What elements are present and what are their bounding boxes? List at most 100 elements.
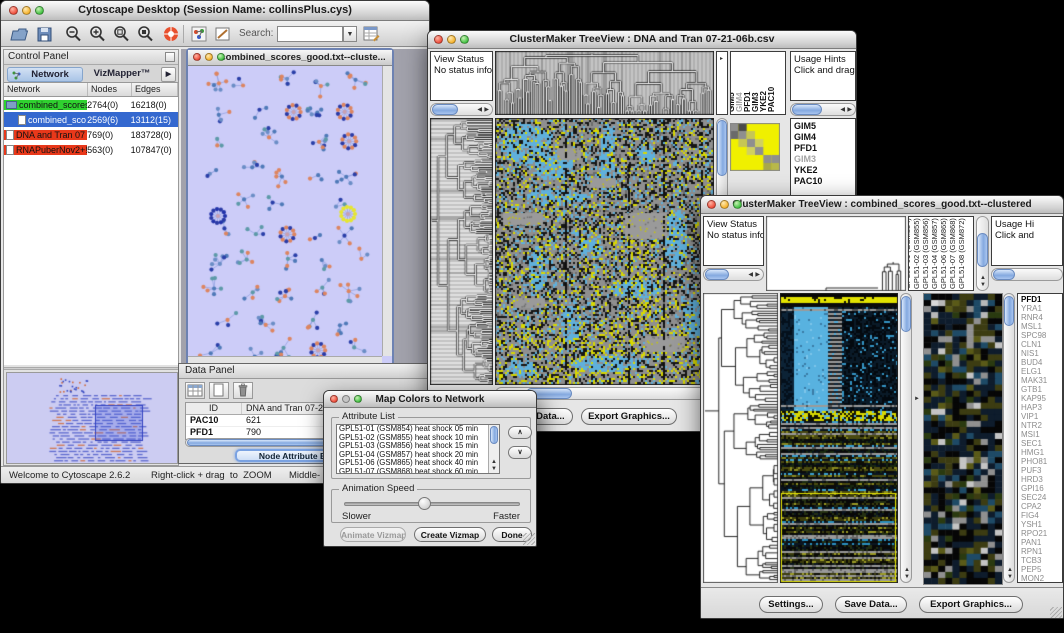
col-nodes[interactable]: Nodes xyxy=(88,83,132,96)
gene-label[interactable]: RPO21 xyxy=(1021,529,1062,538)
zoom-fit-icon[interactable] xyxy=(111,24,131,44)
search-input[interactable] xyxy=(277,26,343,42)
gene-label[interactable]: RNR4 xyxy=(1021,313,1062,322)
tv1-correlation-matrix[interactable] xyxy=(730,123,780,171)
gene-label[interactable]: MAK31 xyxy=(1021,376,1062,385)
tv1-row-label[interactable]: GIM5 xyxy=(794,121,852,132)
gene-label[interactable]: CPA2 xyxy=(1021,502,1062,511)
col-network[interactable]: Network xyxy=(4,83,88,96)
tv2-heatmap-scrollbar[interactable]: ▲ ▼ xyxy=(900,293,912,583)
gene-label[interactable]: PEP5 xyxy=(1021,565,1062,574)
gene-label[interactable]: ELG1 xyxy=(1021,367,1062,376)
scrollbar-thumb[interactable] xyxy=(705,269,729,280)
network-overview[interactable] xyxy=(6,372,178,464)
save-data-button[interactable]: Save Data... xyxy=(835,596,907,613)
scroll-right-icon[interactable]: ▶ xyxy=(847,107,852,113)
scroll-up-icon[interactable]: ▲ xyxy=(980,275,986,281)
minimize-button[interactable] xyxy=(447,35,456,44)
speed-slider-thumb[interactable] xyxy=(418,497,431,510)
help-lifebuoy-icon[interactable] xyxy=(161,24,181,44)
treeview1-titlebar[interactable]: ClusterMaker TreeView : DNA and Tran 07-… xyxy=(428,31,856,49)
tv2-column-dendrogram[interactable] xyxy=(766,216,906,291)
scroll-left-icon[interactable]: ◀ xyxy=(477,107,482,113)
gene-label[interactable]: RPN1 xyxy=(1021,547,1062,556)
tv2-hints-scrollbar[interactable] xyxy=(991,268,1063,281)
zoom-in-icon[interactable] xyxy=(87,24,107,44)
network-frame-1-titlebar[interactable]: combined_scores_good.txt--cluste... xyxy=(188,50,392,66)
gene-label[interactable]: PAN1 xyxy=(1021,538,1062,547)
gene-label[interactable]: HAP3 xyxy=(1021,403,1062,412)
resize-grip[interactable] xyxy=(523,533,535,545)
close-button[interactable] xyxy=(434,35,443,44)
tv2-column-label[interactable]: GPL51-08 (GSM872) xyxy=(956,218,967,289)
scrollbar-thumb[interactable] xyxy=(792,104,822,115)
gene-label[interactable]: SEC24 xyxy=(1021,493,1062,502)
scrollbar-thumb[interactable] xyxy=(901,296,911,332)
tv1-row-label[interactable]: PAC10 xyxy=(794,176,852,187)
close-button[interactable] xyxy=(330,395,338,403)
minimize-button[interactable] xyxy=(22,6,31,15)
tv1-row-dendrogram[interactable] xyxy=(430,118,493,385)
tv1-row-label[interactable]: YKE2 xyxy=(794,165,852,176)
gene-label[interactable]: MSL1 xyxy=(1021,322,1062,331)
move-up-button[interactable]: ∧ xyxy=(508,426,532,439)
zoom-button[interactable] xyxy=(733,200,742,209)
export-graphics-button[interactable]: Export Graphics... xyxy=(581,408,677,425)
scrollbar-thumb[interactable] xyxy=(977,233,988,267)
move-down-button[interactable]: ∨ xyxy=(508,446,532,459)
zoom-button[interactable] xyxy=(217,53,225,61)
scrollbar-thumb[interactable] xyxy=(1004,296,1014,326)
close-button[interactable] xyxy=(193,53,201,61)
gene-label[interactable]: GTB1 xyxy=(1021,385,1062,394)
scroll-up-icon[interactable]: ▲ xyxy=(1007,567,1013,573)
col-edges[interactable]: Edges xyxy=(132,83,178,96)
close-button[interactable] xyxy=(707,200,716,209)
gene-label[interactable]: YRA1 xyxy=(1021,304,1062,313)
gene-label[interactable]: PUF3 xyxy=(1021,466,1062,475)
treeview2-titlebar[interactable]: ClusterMaker TreeView : combined_scores_… xyxy=(701,196,1063,214)
gene-label[interactable]: KAP95 xyxy=(1021,394,1062,403)
search-dropdown-button[interactable]: ▼ xyxy=(343,26,357,42)
network-editor-icon[interactable] xyxy=(189,24,209,44)
gene-label[interactable]: TCB3 xyxy=(1021,556,1062,565)
zoom-button[interactable] xyxy=(35,6,44,15)
animate-vizmap-button[interactable]: Animate Vizmap xyxy=(340,527,406,542)
tv1-status-scrollbar[interactable]: ◀ ▶ xyxy=(430,103,493,116)
close-button[interactable] xyxy=(9,6,18,15)
gene-label[interactable]: HRD3 xyxy=(1021,475,1062,484)
tab-vizmapper[interactable]: VizMapper™ xyxy=(85,67,159,82)
tv2-column-scrollbar[interactable]: ▲ ▼ xyxy=(976,216,989,291)
scroll-right-icon[interactable]: ▶ xyxy=(755,272,760,278)
tv1-column-dendrogram[interactable] xyxy=(495,51,714,115)
export-graphics-button[interactable]: Export Graphics... xyxy=(919,596,1023,613)
gene-label[interactable]: CLN1 xyxy=(1021,340,1062,349)
new-attribute-button[interactable] xyxy=(209,382,229,399)
resize-grip[interactable] xyxy=(1050,607,1062,619)
zoom-button[interactable] xyxy=(460,35,469,44)
tab-overflow-button[interactable]: ▶ xyxy=(161,67,176,82)
settings-button[interactable]: Settings... xyxy=(759,596,823,613)
gene-label[interactable]: VIP1 xyxy=(1021,412,1062,421)
gene-label[interactable]: HMG1 xyxy=(1021,448,1062,457)
gene-label[interactable]: NTR2 xyxy=(1021,421,1062,430)
tv2-heatmap[interactable] xyxy=(780,293,898,583)
tv2-row-dendrogram[interactable] xyxy=(703,293,778,583)
gene-label[interactable]: GPI16 xyxy=(1021,484,1062,493)
tv1-hints-scrollbar[interactable]: ◀ ▶ xyxy=(790,103,856,116)
tv1-row-label[interactable]: GIM4 xyxy=(794,132,852,143)
gene-label[interactable]: PFD1 xyxy=(1021,295,1062,304)
attribute-item[interactable]: GPL51-07 (GSM868) heat shock 60 min xyxy=(337,468,499,474)
scroll-down-icon[interactable]: ▼ xyxy=(491,466,497,472)
zoom-out-icon[interactable] xyxy=(63,24,83,44)
tv2-status-scrollbar[interactable]: ◀ ▶ xyxy=(703,268,764,281)
float-panel-icon[interactable] xyxy=(165,52,175,62)
main-title-bar[interactable]: Cytoscape Desktop (Session Name: collins… xyxy=(1,1,429,21)
gene-label[interactable]: BUD4 xyxy=(1021,358,1062,367)
gene-label[interactable]: NIS1 xyxy=(1021,349,1062,358)
scroll-down-icon[interactable]: ▼ xyxy=(1007,574,1013,580)
attribute-select-button[interactable] xyxy=(185,382,205,399)
tv1-row-label[interactable]: GIM3 xyxy=(794,154,852,165)
attribute-list-scrollbar[interactable]: ▲ ▼ xyxy=(488,425,499,473)
network-view-1[interactable] xyxy=(188,66,382,358)
gene-label[interactable]: FIG4 xyxy=(1021,511,1062,520)
